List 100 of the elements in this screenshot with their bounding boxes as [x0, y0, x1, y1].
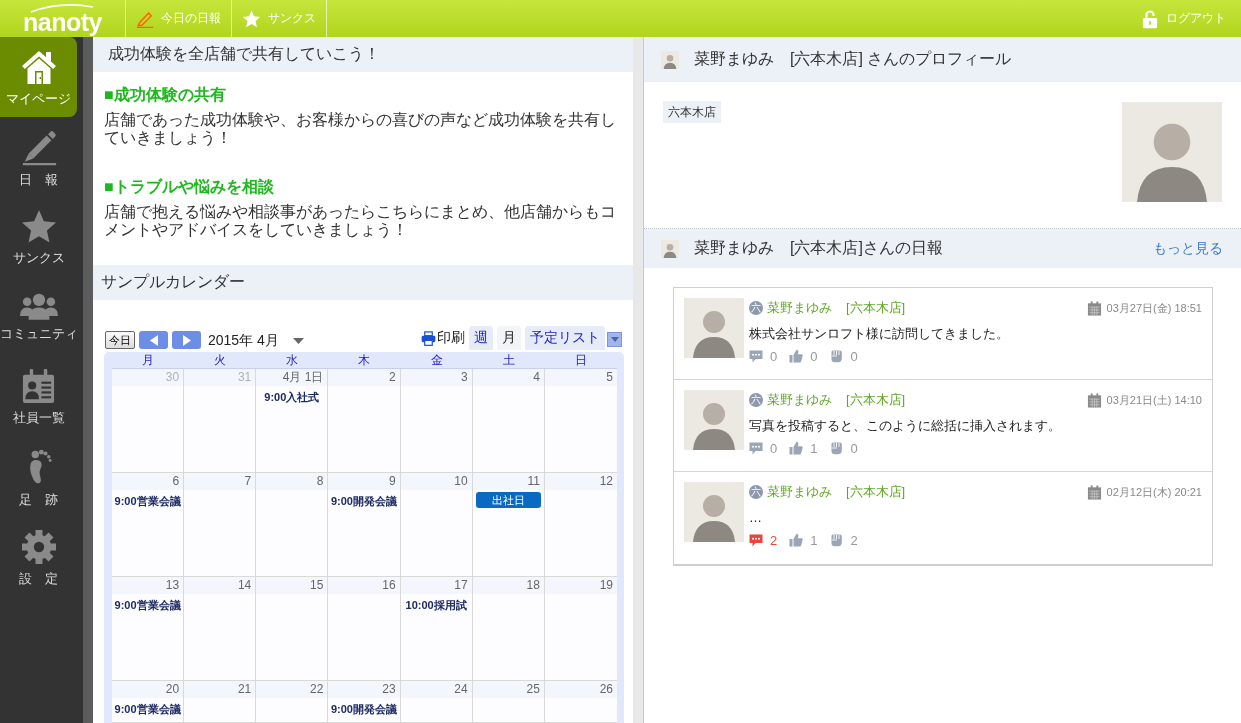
print-button[interactable]: 印刷: [421, 329, 465, 347]
weekday-label: 月: [141, 352, 156, 368]
event-text[interactable]: 9:00営業会議: [114, 494, 181, 508]
calendar-cell[interactable]: 18: [472, 577, 545, 681]
fist-icon[interactable]: [829, 533, 844, 547]
date-label: 15: [256, 577, 328, 594]
date-label: 4月 1日: [256, 369, 328, 386]
weekday-label: 木: [357, 352, 372, 368]
previous-button[interactable]: [139, 331, 168, 349]
store-badge: 六: [749, 485, 763, 499]
comment-count: 2: [770, 532, 778, 548]
diary-entry[interactable]: 六 菜野まゆみ [六本木店] 02月12日(木) 20:21 … 2 1 2: [674, 472, 1212, 564]
more-link[interactable]: もっと見る: [1153, 239, 1223, 258]
fist-icon[interactable]: [829, 441, 844, 455]
sidebar-item[interactable]: マイページ: [0, 37, 77, 117]
calendar-cell[interactable]: 14: [184, 577, 257, 681]
sidebar-item[interactable]: 設 定: [0, 517, 77, 597]
view-tab[interactable]: 予定リスト: [525, 326, 605, 350]
event-text[interactable]: 9:00営業会議: [114, 702, 181, 716]
sidebar-item[interactable]: 足 跡: [0, 437, 77, 517]
event-text[interactable]: 9:00営業会議: [114, 598, 181, 612]
view-tab[interactable]: 週: [469, 326, 493, 350]
comment-count: 0: [770, 440, 778, 456]
sidebar-item[interactable]: サンクス: [0, 197, 77, 277]
section-heading: ■成功体験の共有: [104, 86, 227, 104]
sidebar-item[interactable]: コミュニティ: [0, 277, 77, 357]
fist-icon[interactable]: [829, 349, 844, 363]
user-avatar: [684, 298, 744, 358]
date-label: 18: [472, 577, 544, 594]
date-label: 14: [184, 577, 256, 594]
calendar-icon: [1086, 392, 1102, 408]
date-label: 5: [544, 369, 617, 386]
calendar-cell[interactable]: 4: [472, 369, 545, 473]
calendar-cell[interactable]: 5: [544, 369, 617, 473]
calendar-cell[interactable]: 3: [400, 369, 473, 473]
calendar-cell[interactable]: 16: [328, 577, 401, 681]
user-avatar: [684, 390, 744, 450]
event-text[interactable]: 9:00開発会議: [330, 494, 397, 508]
comment-icon[interactable]: [749, 441, 763, 455]
author-link[interactable]: 菜野まゆみ: [767, 483, 832, 501]
post-text: 写真を投稿すると、このように総括に挿入されます。: [749, 417, 1062, 435]
calendar-cell[interactable]: 22: [256, 681, 329, 723]
thumbs-up-icon[interactable]: [789, 349, 804, 363]
comment-icon[interactable]: [749, 349, 763, 363]
author-link[interactable]: 菜野まゆみ: [767, 391, 832, 409]
section-header: 成功体験を全店舗で共有していこう！: [93, 37, 633, 72]
date-label: 2: [328, 369, 400, 386]
date-label: 13: [112, 577, 184, 594]
date-label: 26: [544, 681, 617, 698]
calendar-cell[interactable]: 23 9:00開発会議: [328, 681, 401, 723]
store-link[interactable]: [六本木店]: [846, 483, 906, 501]
event-pill[interactable]: 出社日: [475, 492, 541, 508]
calendar-cell[interactable]: 10: [400, 473, 473, 577]
calendar-cell[interactable]: 12: [544, 473, 617, 577]
calendar-cell[interactable]: 24: [400, 681, 473, 723]
calendar-cell[interactable]: 21: [184, 681, 257, 723]
sidebar-item[interactable]: 社員一覧: [0, 357, 77, 437]
calendar-cell[interactable]: 7: [184, 473, 257, 577]
calendar-cell[interactable]: 11 出社日: [472, 473, 545, 577]
calendar-cell[interactable]: 25: [472, 681, 545, 723]
date-label: 9: [328, 473, 400, 490]
calendar-cell[interactable]: 8: [256, 473, 329, 577]
event-text[interactable]: 9:00入社式: [264, 390, 320, 404]
calendar-cell[interactable]: 9 9:00開発会議: [328, 473, 401, 577]
date-label: 24: [400, 681, 472, 698]
post-date: 02月12日(木) 20:21: [1106, 484, 1202, 500]
date-label: 31: [184, 369, 256, 386]
clap-count: 2: [850, 532, 858, 548]
sidebar-item[interactable]: 日 報: [0, 117, 77, 197]
store-link[interactable]: [六本木店]: [846, 391, 906, 409]
diary-entry[interactable]: 六 菜野まゆみ [六本木店] 03月21日(土) 14:10 写真を投稿すると、このように総括に挿入されます。 0 1 0: [674, 380, 1212, 472]
view-tab[interactable]: 月: [497, 326, 521, 350]
star-icon: [20, 209, 57, 244]
event-text[interactable]: 9:00開発会議: [330, 702, 397, 716]
author-link[interactable]: 菜野まゆみ: [767, 299, 832, 317]
date-label: 7: [184, 473, 256, 490]
calendar-cell[interactable]: 19: [544, 577, 617, 681]
thumbs-up-icon[interactable]: [789, 533, 804, 547]
thumbs-up-icon[interactable]: [789, 441, 804, 455]
calendar-cell[interactable]: 13 9:00営業会議: [112, 577, 185, 681]
weekday-label: 金: [429, 352, 444, 368]
comment-icon[interactable]: [749, 533, 763, 547]
calendar-cell[interactable]: 4月 1日 9:00入社式: [256, 369, 329, 473]
event-text[interactable]: 10:00採用試: [405, 598, 467, 612]
today-button[interactable]: 今日: [105, 331, 135, 349]
dropdown-caret-icon[interactable]: [292, 338, 304, 344]
profile-title: 菜野まゆみ [六本木店] さんのプロフィール: [694, 49, 1012, 69]
calendar-cell[interactable]: 17 10:00採用試: [400, 577, 473, 681]
calendar-cell[interactable]: 26: [544, 681, 617, 723]
calendar-icon: [1086, 300, 1102, 316]
calendar-cell[interactable]: 6 9:00営業会議: [112, 473, 185, 577]
store-badge: 六: [749, 393, 763, 407]
next-button[interactable]: [172, 331, 201, 349]
calendar-cell[interactable]: 20 9:00営業会議: [112, 681, 185, 723]
calendar-cell[interactable]: 15: [256, 577, 329, 681]
date-label: 4: [472, 369, 544, 386]
store-link[interactable]: [六本木店]: [846, 299, 906, 317]
diary-entry[interactable]: 六 菜野まゆみ [六本木店] 03月27日(金) 18:51 株式会社サンロフト様に訪問してきました。 0 0 0: [674, 288, 1212, 380]
view-dropdown-button[interactable]: [607, 332, 622, 347]
calendar-cell[interactable]: 2: [328, 369, 401, 473]
